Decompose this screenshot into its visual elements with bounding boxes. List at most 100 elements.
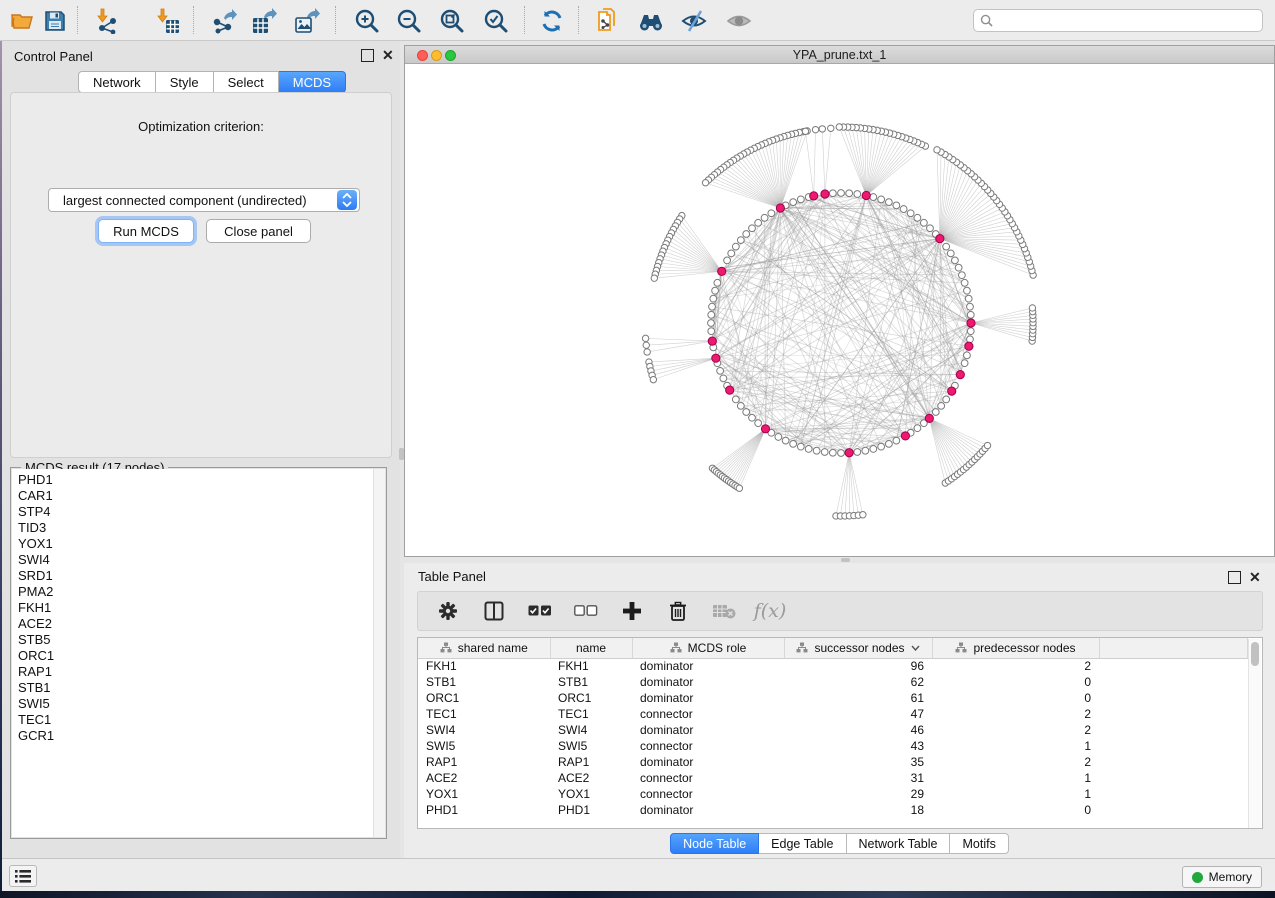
mcds-result-item[interactable]: STP4 [18,504,385,520]
table-row[interactable]: TEC1TEC1connector472 [418,706,1248,722]
table-cell[interactable]: 1 [932,786,1099,802]
tab-edge-table[interactable]: Edge Table [759,833,846,854]
table-cell[interactable]: 0 [932,690,1099,706]
zoom-selected-button[interactable] [481,6,511,36]
tab-style[interactable]: Style [156,71,214,93]
table-scrollbar[interactable] [1248,639,1261,829]
table-cell[interactable]: YOX1 [550,786,632,802]
table-cell[interactable]: connector [632,738,784,754]
mcds-result-item[interactable]: ACE2 [18,616,385,632]
tab-network[interactable]: Network [78,71,156,93]
table-cell[interactable]: dominator [632,754,784,770]
table-cell[interactable]: SWI4 [550,722,632,738]
column-header-mcds-role[interactable]: MCDS role [632,638,784,658]
table-row[interactable]: STB1STB1dominator620 [418,674,1248,690]
table-cell[interactable]: STB1 [550,674,632,690]
table-cell[interactable]: 47 [784,706,932,722]
refresh-button[interactable] [537,6,567,36]
search-field[interactable] [973,9,1263,32]
table-cell[interactable]: 62 [784,674,932,690]
table-cell[interactable]: 1 [932,738,1099,754]
column-header-name[interactable]: name [550,638,632,658]
tab-mcds[interactable]: MCDS [279,71,346,93]
tab-node-table[interactable]: Node Table [670,833,759,854]
mcds-result-item[interactable]: TID3 [18,520,385,536]
mcds-result-item[interactable]: PHD1 [18,472,385,488]
tab-network-table[interactable]: Network Table [847,833,951,854]
table-cell[interactable]: YOX1 [418,786,550,802]
table-cell[interactable]: 0 [932,674,1099,690]
tab-motifs[interactable]: Motifs [950,833,1008,854]
table-cell[interactable]: TEC1 [550,706,632,722]
task-history-button[interactable] [9,865,37,887]
table-cell[interactable]: ACE2 [550,770,632,786]
clone-network-button[interactable] [593,6,623,36]
mcds-result-listbox[interactable]: PHD1CAR1STP4TID3YOX1SWI4SRD1PMA2FKH1ACE2… [12,469,385,837]
zoom-out-button[interactable] [394,6,424,36]
export-image-button[interactable] [292,6,322,36]
mcds-result-item[interactable]: TEC1 [18,712,385,728]
mcds-result-item[interactable]: FKH1 [18,600,385,616]
table-cell[interactable]: dominator [632,674,784,690]
table-cell[interactable]: 43 [784,738,932,754]
delete-column-button[interactable] [666,599,690,623]
table-scrollbar-thumb[interactable] [1251,642,1259,666]
table-cell[interactable]: SWI5 [418,738,550,754]
close-table-panel-icon[interactable]: ✕ [1249,571,1262,584]
mcds-result-item[interactable]: SWI4 [18,552,385,568]
table-cell[interactable]: 2 [932,658,1099,674]
show-columns-button[interactable] [482,599,506,623]
table-cell[interactable]: 0 [932,802,1099,818]
mcds-result-item[interactable]: STB5 [18,632,385,648]
close-panel-icon[interactable]: ✕ [382,49,395,62]
table-cell[interactable]: dominator [632,658,784,674]
table-cell[interactable]: 61 [784,690,932,706]
mcds-result-item[interactable]: GCR1 [18,728,385,744]
table-cell[interactable]: RAP1 [550,754,632,770]
table-cell[interactable]: PHD1 [418,802,550,818]
export-table-button[interactable] [249,6,279,36]
node-table[interactable]: shared name name MCDS role successor nod… [417,637,1263,829]
mcds-result-item[interactable]: STB1 [18,680,385,696]
table-cell[interactable]: 31 [784,770,932,786]
table-cell[interactable]: connector [632,786,784,802]
mcds-result-item[interactable]: ORC1 [18,648,385,664]
import-table-button[interactable] [152,6,182,36]
table-cell[interactable]: 96 [784,658,932,674]
table-cell[interactable]: FKH1 [550,658,632,674]
table-cell[interactable]: TEC1 [418,706,550,722]
table-cell[interactable]: 46 [784,722,932,738]
open-file-button[interactable] [8,6,38,36]
network-titlebar[interactable]: YPA_prune.txt_1 [405,46,1274,64]
mcds-result-item[interactable]: PMA2 [18,584,385,600]
export-network-button[interactable] [209,6,239,36]
table-cell[interactable]: 18 [784,802,932,818]
mcds-result-scrollbar[interactable] [373,469,385,837]
select-all-button[interactable] [528,599,552,623]
table-cell[interactable]: ACE2 [418,770,550,786]
table-cell[interactable]: dominator [632,690,784,706]
table-cell[interactable]: 2 [932,722,1099,738]
table-settings-button[interactable] [436,599,460,623]
mcds-result-item[interactable]: RAP1 [18,664,385,680]
hide-selected-button[interactable] [679,6,709,36]
table-cell[interactable]: ORC1 [550,690,632,706]
close-panel-button[interactable]: Close panel [206,219,311,243]
zoom-in-button[interactable] [352,6,382,36]
network-canvas[interactable] [405,64,1274,556]
table-cell[interactable]: connector [632,770,784,786]
column-header-successor-nodes[interactable]: successor nodes [784,638,932,658]
table-cell[interactable]: 2 [932,754,1099,770]
table-cell[interactable]: RAP1 [418,754,550,770]
zoom-fit-button[interactable] [437,6,467,36]
table-row[interactable]: YOX1YOX1connector291 [418,786,1248,802]
mcds-result-item[interactable]: YOX1 [18,536,385,552]
table-row[interactable]: ORC1ORC1dominator610 [418,690,1248,706]
table-cell[interactable]: PHD1 [550,802,632,818]
table-cell[interactable]: 1 [932,770,1099,786]
table-row[interactable]: SWI5SWI5connector431 [418,738,1248,754]
table-row[interactable]: ACE2ACE2connector311 [418,770,1248,786]
search-input[interactable] [998,13,1256,29]
table-cell[interactable]: 29 [784,786,932,802]
memory-button[interactable]: Memory [1182,866,1262,888]
